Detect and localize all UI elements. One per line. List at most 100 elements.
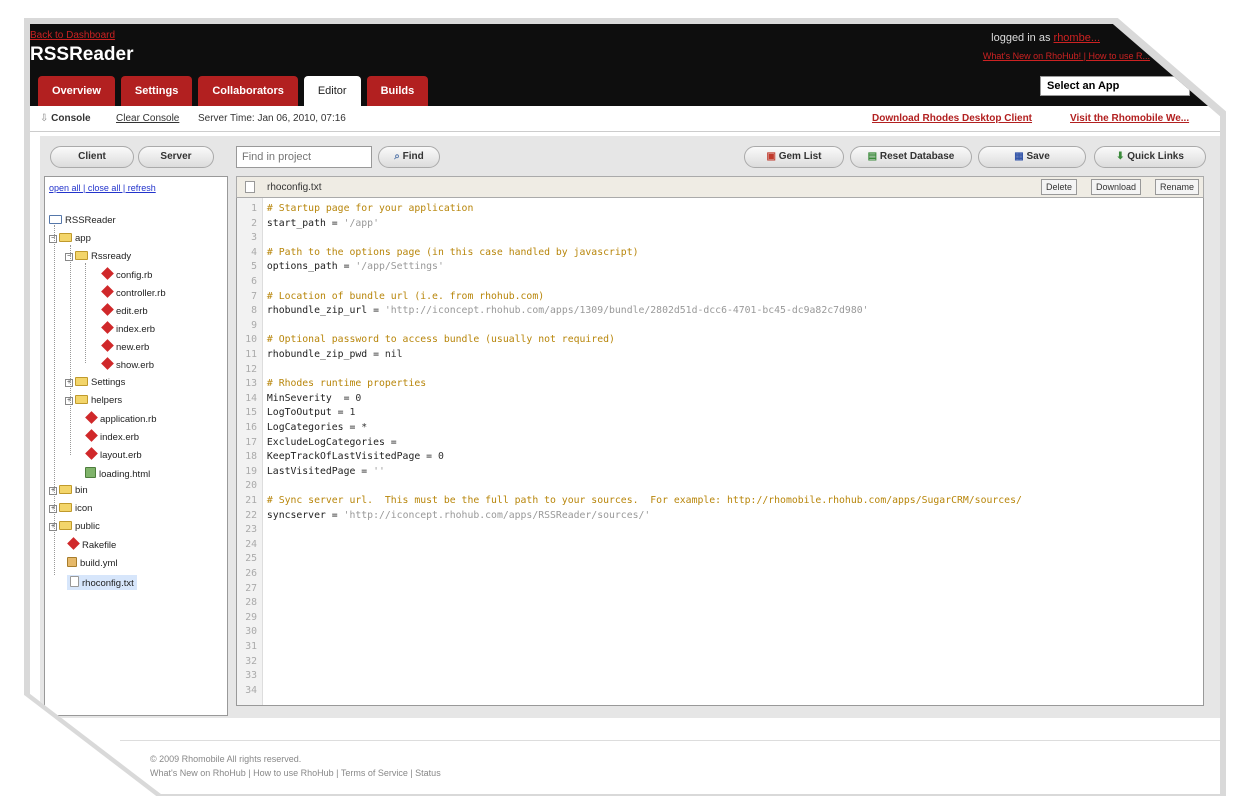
code-line[interactable]: 34 (237, 684, 267, 699)
tree-node-file[interactable]: Rakefile (67, 537, 116, 551)
tree-node-rssready[interactable]: − Rssready (65, 251, 131, 262)
code-line[interactable]: 31 (237, 640, 267, 655)
footer-links[interactable]: What's New on RhoHub | How to use RhoHub… (150, 768, 441, 778)
folder-icon (59, 521, 72, 530)
tree-node-file[interactable]: application.rb (85, 411, 157, 425)
tree-node-settings[interactable]: + Settings (65, 377, 125, 388)
code-line[interactable]: 27 (237, 582, 267, 597)
code-text: MinSeverity = 0 (261, 392, 362, 404)
tree-node-selected-file[interactable]: rhoconfig.txt (67, 575, 137, 590)
expand-icon[interactable]: + (49, 487, 57, 495)
download-desktop-client-link[interactable]: Download Rhodes Desktop Client (872, 113, 1032, 124)
client-tab[interactable]: Client (50, 146, 134, 168)
tree-node-label: new.erb (116, 342, 150, 353)
code-line[interactable]: 12 (237, 363, 267, 378)
tab-overview[interactable]: Overview (38, 76, 115, 106)
download-file-button[interactable]: Download (1090, 179, 1141, 195)
code-text: start_path = '/app' (261, 217, 379, 229)
code-line[interactable]: 18 KeepTrackOfLastVisitedPage = 0 (237, 450, 444, 465)
line-number: 11 (245, 349, 257, 360)
expand-icon[interactable]: + (49, 523, 57, 531)
tree-node-public[interactable]: + public (49, 521, 100, 532)
find-in-project-input[interactable] (236, 146, 372, 168)
code-line[interactable]: 4 # Path to the options page (in this ca… (237, 246, 638, 261)
code-line[interactable]: 7 # Location of bundle url (i.e. from rh… (237, 290, 544, 305)
code-line[interactable]: 17 ExcludeLogCategories = (237, 436, 396, 451)
server-tab[interactable]: Server (138, 146, 214, 168)
tree-node-helpers[interactable]: + helpers (65, 395, 122, 406)
gem-list-button[interactable]: ▣ Gem List (744, 146, 844, 168)
code-line[interactable]: 21 # Sync server url. This must be the f… (237, 494, 1022, 509)
code-line[interactable]: 8 rhobundle_zip_url = 'http://iconcept.r… (237, 304, 868, 319)
code-line[interactable]: 23 (237, 523, 267, 538)
code-line[interactable]: 20 (237, 479, 267, 494)
tree-node-app[interactable]: − app (49, 233, 91, 244)
expand-icon[interactable]: + (49, 505, 57, 513)
code-line[interactable]: 11 rhobundle_zip_pwd = nil (237, 348, 402, 363)
tree-node-file[interactable]: controller.rb (101, 285, 166, 299)
tab-collaborators[interactable]: Collaborators (198, 76, 298, 106)
code-line[interactable]: 10 # Optional password to access bundle … (237, 333, 615, 348)
code-line[interactable]: 32 (237, 655, 267, 670)
code-line[interactable]: 9 (237, 319, 267, 334)
console-toggle[interactable]: ⇩ Console (40, 113, 91, 124)
code-line[interactable]: 6 (237, 275, 267, 290)
whats-new-link[interactable]: What's New on RhoHub! | How to use R... (983, 51, 1150, 61)
clear-console-link[interactable]: Clear Console (116, 113, 179, 124)
code-line[interactable]: 15 LogToOutput = 1 (237, 406, 355, 421)
code-editor[interactable]: 1 # Startup page for your application 2 s… (236, 198, 1204, 706)
code-line[interactable]: 19 LastVisitedPage = '' (237, 465, 385, 480)
code-line[interactable]: 3 (237, 231, 267, 246)
save-button[interactable]: ▦ Save (978, 146, 1086, 168)
code-line[interactable]: 5 options_path = '/app/Settings' (237, 260, 444, 275)
find-button[interactable]: ⌕ Find (378, 146, 440, 168)
code-text: # Sync server url. This must be the full… (261, 495, 1022, 506)
code-line[interactable]: 30 (237, 625, 267, 640)
code-line[interactable]: 33 (237, 669, 267, 684)
delete-file-button[interactable]: Delete (1040, 179, 1077, 195)
collapse-icon[interactable]: − (65, 253, 73, 261)
tree-node-file[interactable]: edit.erb (101, 303, 148, 317)
tree-node-root[interactable]: RSSReader (49, 215, 116, 226)
tree-node-file[interactable]: new.erb (101, 339, 150, 353)
code-line[interactable]: 28 (237, 596, 267, 611)
rename-file-button[interactable]: Rename (1154, 179, 1199, 195)
save-icon: ▦ (1014, 151, 1024, 162)
quick-links-button[interactable]: ⬇ Quick Links (1094, 146, 1206, 168)
back-to-dashboard-link[interactable]: Back to Dashboard (30, 30, 115, 41)
tree-node-label: helpers (91, 395, 123, 406)
reset-database-button[interactable]: ▤ Reset Database (850, 146, 972, 168)
code-line[interactable]: 1 # Startup page for your application (237, 202, 473, 217)
text-file-icon (245, 181, 255, 193)
collapse-icon[interactable]: − (49, 235, 57, 243)
tree-node-file[interactable]: show.erb (101, 357, 154, 371)
tree-node-file[interactable]: index.erb (101, 321, 155, 335)
tab-settings[interactable]: Settings (120, 76, 193, 106)
code-line[interactable]: 2 start_path = '/app' (237, 217, 379, 232)
tree-node-file[interactable]: loading.html (85, 467, 150, 480)
tree-node-file[interactable]: layout.erb (85, 447, 142, 461)
code-line[interactable]: 13 # Rhodes runtime properties (237, 377, 426, 392)
tree-node-icon[interactable]: + icon (49, 503, 92, 514)
select-app-dropdown[interactable]: Select an App (1040, 76, 1190, 96)
tree-node-file[interactable]: config.rb (101, 267, 152, 281)
code-line[interactable]: 25 (237, 552, 267, 567)
expand-icon[interactable]: + (65, 379, 73, 387)
tab-builds[interactable]: Builds (366, 76, 429, 106)
code-line[interactable]: 16 LogCategories = * (237, 421, 367, 436)
tree-node-bin[interactable]: + bin (49, 485, 88, 496)
tab-editor[interactable]: Editor (303, 76, 361, 106)
code-line[interactable]: 14 MinSeverity = 0 (237, 392, 361, 407)
tree-node-file[interactable]: index.erb (85, 429, 139, 443)
tree-actions-links[interactable]: open all | close all | refresh (49, 183, 223, 193)
visit-rhomobile-link[interactable]: Visit the Rhomobile We... (1070, 113, 1189, 124)
user-link[interactable]: rhombe... (1054, 32, 1100, 44)
tree-node-label: app (75, 233, 91, 244)
code-line[interactable]: 26 (237, 567, 267, 582)
code-line[interactable]: 22 syncserver = 'http://iconcept.rhohub.… (237, 509, 650, 524)
tree-node-file[interactable]: build.yml (67, 557, 118, 569)
expand-icon[interactable]: + (65, 397, 73, 405)
code-line[interactable]: 24 (237, 538, 267, 553)
code-line[interactable]: 29 (237, 611, 267, 626)
login-status: logged in as rhombe... (991, 32, 1100, 44)
